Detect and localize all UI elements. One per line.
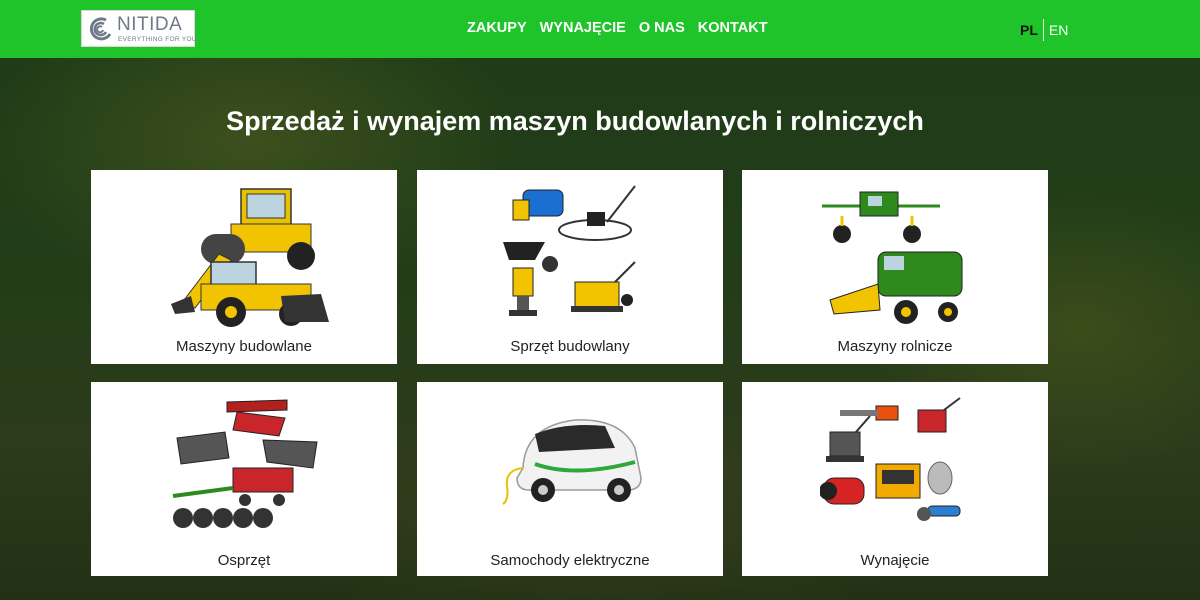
nav-item-o-nas[interactable]: O NAS [639, 20, 685, 38]
category-card-rental[interactable]: Wynajęcie [742, 382, 1048, 576]
rental-equipment-image [820, 397, 961, 521]
category-label: Wynajęcie [860, 552, 930, 569]
logo-tagline: EVERYTHING FOR YOU [118, 36, 197, 43]
category-card-electric-cars[interactable]: Samochody elektryczne [417, 382, 723, 576]
nav-item-kontakt[interactable]: KONTAKT [698, 20, 768, 38]
site-header: NITIDA EVERYTHING FOR YOU ZAKUPY WYNAJĘC… [0, 0, 1200, 58]
page-title: Sprzedaż i wynajem maszyn budowlanych i … [226, 106, 924, 136]
logo-name: NITIDA [117, 14, 183, 35]
nav-item-zakupy[interactable]: ZAKUPY [467, 20, 527, 38]
nav-item-wynajecie[interactable]: WYNAJĘCIE [540, 20, 626, 38]
construction-machinery-image [171, 188, 329, 327]
logo[interactable]: NITIDA EVERYTHING FOR YOU [81, 10, 197, 47]
language-en[interactable]: EN [1044, 22, 1068, 38]
category-label: Samochody elektryczne [490, 552, 650, 569]
category-card-attachments[interactable]: Osprzęt [91, 382, 397, 576]
category-label: Osprzęt [217, 552, 271, 569]
main-nav: ZAKUPY WYNAJĘCIE O NAS KONTAKT [467, 20, 781, 38]
category-card-construction-equipment[interactable]: Sprzęt budowlany [417, 170, 723, 364]
logo-mark-icon [89, 17, 112, 41]
language-pl[interactable]: PL [1020, 22, 1043, 38]
category-label: Sprzęt budowlany [510, 338, 630, 355]
electric-car-image [502, 419, 642, 505]
construction-equipment-image [503, 185, 636, 316]
attachments-image [172, 399, 318, 528]
language-switcher: PL EN [1020, 19, 1068, 41]
category-label: Maszyny budowlane [176, 338, 312, 355]
category-card-construction-machinery[interactable]: Maszyny budowlane [91, 170, 397, 364]
category-card-agricultural-machinery[interactable]: Maszyny rolnicze [742, 170, 1048, 364]
agricultural-machinery-image [822, 191, 963, 324]
category-label: Maszyny rolnicze [837, 338, 953, 355]
